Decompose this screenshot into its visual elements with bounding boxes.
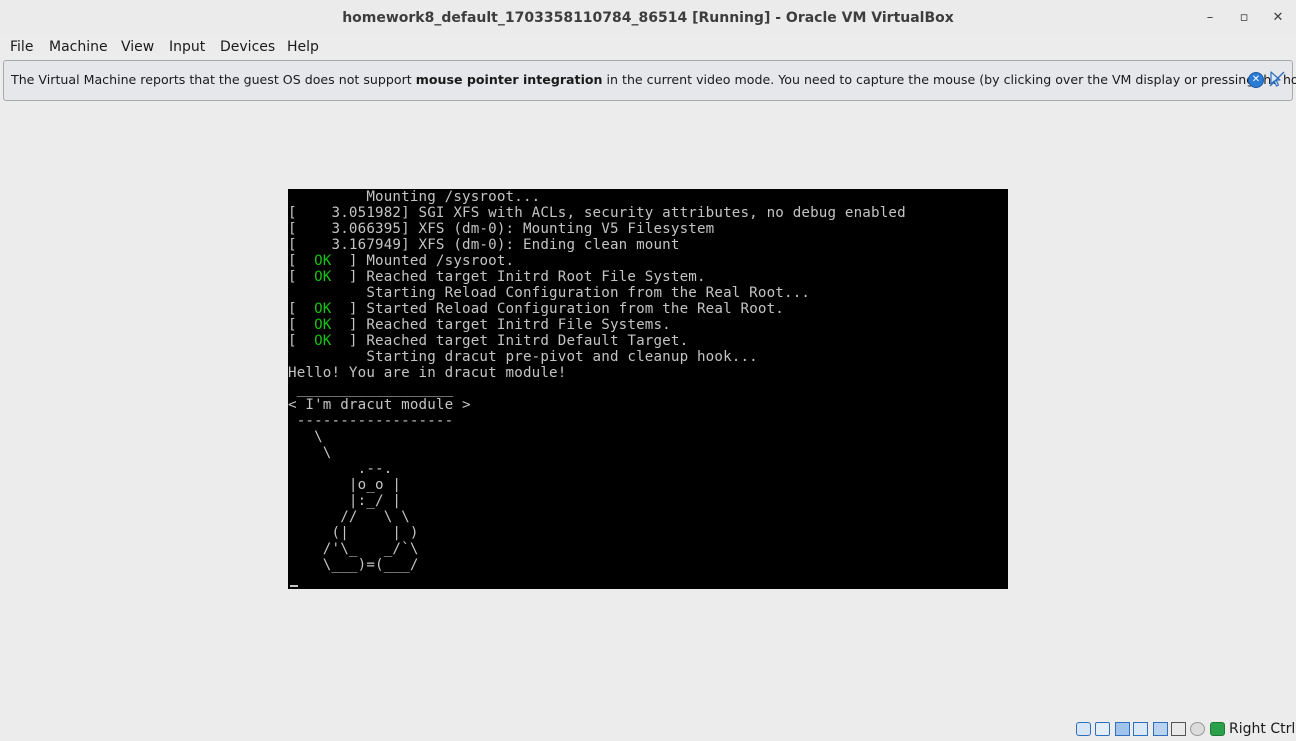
title-bar[interactable]: homework8_default_1703358110784_86514 [R… (0, 0, 1296, 38)
console-line: ------------------ (288, 413, 906, 429)
console-text: \___)=(___/ (288, 557, 419, 573)
console-line: Hello! You are in dracut module! (288, 365, 906, 381)
console-line: .--. (288, 461, 906, 477)
console-line: \___)=(___/ (288, 557, 906, 573)
console-text: Hello! You are in dracut module! (288, 365, 567, 381)
ok-status: OK (314, 301, 332, 317)
console-line: \ (288, 445, 906, 461)
console-text: Mounting /sysroot... (288, 189, 541, 205)
optical-drive-icon[interactable] (1095, 722, 1110, 736)
banner-text-after: in the current video mode. You need to c… (602, 72, 1296, 87)
console-text: [ (288, 301, 315, 317)
console-text: ] Started Reload Configuration from the … (331, 301, 784, 317)
console-text: [ 3.167949] XFS (dm-0): Ending clean mou… (288, 237, 680, 253)
console-text: /'\_ _/`\ (288, 541, 419, 557)
vm-display[interactable]: Mounting /sysroot...[ 3.051982] SGI XFS … (288, 189, 1008, 589)
display-icon[interactable] (1171, 722, 1186, 736)
console-line: Starting dracut pre-pivot and cleanup ho… (288, 349, 906, 365)
mouse-integration-icon[interactable] (1210, 722, 1225, 736)
ok-status: OK (314, 269, 332, 285)
console-line: [ OK ] Reached target Initrd File System… (288, 317, 906, 333)
console-text: ] Reached target Initrd File Systems. (331, 317, 671, 333)
console-text: ] Reached target Initrd Default Target. (331, 333, 689, 349)
console-text: Starting Reload Configuration from the R… (288, 285, 811, 301)
console-text: ] Reached target Initrd Root File System… (331, 269, 706, 285)
console-line: [ 3.066395] XFS (dm-0): Mounting V5 File… (288, 221, 906, 237)
console-text: [ (288, 333, 315, 349)
menu-help[interactable]: Help (287, 39, 319, 55)
banner-text-before: The Virtual Machine reports that the gue… (11, 72, 416, 87)
console-line: |:_/ | (288, 493, 906, 509)
console-text: ------------------ (288, 413, 454, 429)
text-cursor (290, 585, 298, 587)
close-button[interactable]: ✕ (1269, 9, 1287, 27)
network-icon[interactable] (1115, 722, 1130, 736)
banner-close-icon[interactable]: ✕ (1248, 72, 1264, 88)
console-line: [ 3.167949] XFS (dm-0): Ending clean mou… (288, 237, 906, 253)
console-line: // \ \ (288, 509, 906, 525)
console-line: |o_o | (288, 477, 906, 493)
maximize-button[interactable]: ▫ (1235, 9, 1253, 27)
console-line: [ 3.051982] SGI XFS with ACLs, security … (288, 205, 906, 221)
console-line: __________________ (288, 381, 906, 397)
console-text: .--. (288, 461, 393, 477)
console-text: __________________ (288, 381, 454, 397)
menu-bar: File Machine View Input Devices Help (0, 37, 1296, 59)
console-line: < I'm dracut module > (288, 397, 906, 413)
ok-status: OK (314, 317, 332, 333)
ok-status: OK (314, 253, 332, 269)
console-output: Mounting /sysroot...[ 3.051982] SGI XFS … (288, 189, 906, 573)
console-text: < I'm dracut module > (288, 397, 471, 413)
console-text: \ (288, 429, 323, 445)
menu-devices[interactable]: Devices (220, 39, 275, 55)
console-text: [ (288, 253, 315, 269)
console-text: [ 3.066395] XFS (dm-0): Mounting V5 File… (288, 221, 715, 237)
console-text: \ (288, 445, 332, 461)
console-line: /'\_ _/`\ (288, 541, 906, 557)
ok-status: OK (314, 333, 332, 349)
mouse-capture-icon[interactable] (1268, 70, 1286, 88)
banner-message: The Virtual Machine reports that the gue… (11, 72, 1296, 87)
console-text: Starting dracut pre-pivot and cleanup ho… (288, 349, 758, 365)
menu-view[interactable]: View (121, 39, 154, 55)
virtualbox-window: homework8_default_1703358110784_86514 [R… (0, 0, 1296, 741)
recording-icon[interactable] (1190, 722, 1205, 736)
console-text: |o_o | (288, 477, 402, 493)
usb-icon[interactable] (1133, 722, 1148, 736)
status-bar: Right Ctrl (0, 718, 1296, 741)
console-line: [ OK ] Reached target Initrd Default Tar… (288, 333, 906, 349)
console-line: [ OK ] Started Reload Configuration from… (288, 301, 906, 317)
menu-machine[interactable]: Machine (49, 39, 108, 55)
console-line: \ (288, 429, 906, 445)
console-text: [ (288, 317, 315, 333)
console-line: Starting Reload Configuration from the R… (288, 285, 906, 301)
hard-disk-icon[interactable] (1076, 722, 1091, 736)
console-text: |:_/ | (288, 493, 402, 509)
window-title: homework8_default_1703358110784_86514 [R… (342, 10, 954, 26)
console-line: [ OK ] Mounted /sysroot. (288, 253, 906, 269)
console-text: // \ \ (288, 509, 410, 525)
console-line: [ OK ] Reached target Initrd Root File S… (288, 269, 906, 285)
menu-file[interactable]: File (10, 39, 33, 55)
minimize-button[interactable]: – (1201, 9, 1219, 27)
console-line: Mounting /sysroot... (288, 189, 906, 205)
shared-folders-icon[interactable] (1153, 722, 1168, 736)
console-text: [ 3.051982] SGI XFS with ACLs, security … (288, 205, 906, 221)
mouse-integration-banner: The Virtual Machine reports that the gue… (3, 60, 1296, 101)
console-text: [ (288, 269, 315, 285)
menu-input[interactable]: Input (169, 39, 205, 55)
console-line: (| | ) (288, 525, 906, 541)
host-key-label[interactable]: Right Ctrl (1229, 721, 1295, 737)
console-text: ] Mounted /sysroot. (331, 253, 515, 269)
banner-text-bold: mouse pointer integration (415, 72, 603, 87)
console-text: (| | ) (288, 525, 419, 541)
